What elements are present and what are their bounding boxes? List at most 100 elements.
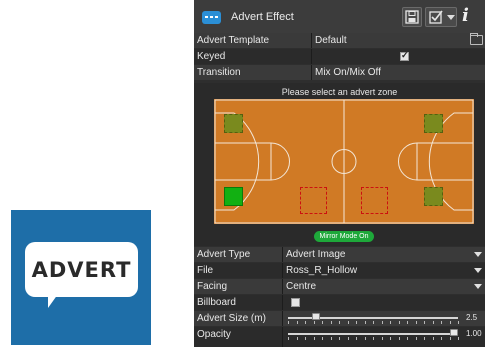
zone-prompt: Please select an advert zone bbox=[281, 87, 398, 97]
slider-tick bbox=[347, 321, 349, 324]
billboard-row: Billboard bbox=[194, 295, 485, 310]
slider-tick bbox=[441, 337, 442, 340]
slider-tick bbox=[415, 337, 417, 340]
advert-template-label: Advert Template bbox=[197, 35, 270, 46]
save-icon bbox=[405, 10, 419, 24]
chevron-down-icon[interactable] bbox=[474, 252, 482, 257]
chevron-down-icon[interactable] bbox=[474, 284, 482, 289]
advert-zone-right-top[interactable] bbox=[424, 114, 443, 133]
advert-size-value: 2.5 bbox=[466, 313, 478, 322]
slider-tick bbox=[432, 337, 434, 340]
advert-zone-right-bottom[interactable] bbox=[424, 187, 443, 206]
info-icon[interactable]: i bbox=[462, 5, 469, 26]
slider-tick bbox=[390, 337, 391, 340]
facing-row: Facing Centre bbox=[194, 279, 485, 294]
advert-zone-selector: Please select an advert zone Mirror Mode… bbox=[194, 83, 485, 246]
slider-tick bbox=[381, 321, 383, 324]
logo-text: ADVERT bbox=[31, 257, 132, 282]
opacity-row: Opacity 1.00 bbox=[194, 327, 485, 347]
advert-template-row: Advert Template Default bbox=[194, 33, 485, 48]
checklist-dropdown-button[interactable] bbox=[425, 7, 457, 27]
keyboard-icon bbox=[202, 11, 221, 24]
billboard-checkbox[interactable] bbox=[291, 298, 300, 307]
slider-tick bbox=[305, 337, 306, 340]
slider-tick bbox=[407, 321, 408, 324]
slider-tick bbox=[330, 337, 332, 340]
advert-type-label: Advert Type bbox=[197, 249, 251, 260]
file-label: File bbox=[197, 265, 214, 276]
slider-tick bbox=[330, 321, 332, 324]
facing-label: Facing bbox=[197, 281, 228, 292]
slider-tick bbox=[322, 337, 323, 340]
transition-value[interactable]: Mix On/Mix Off bbox=[315, 67, 381, 78]
slider-tick bbox=[441, 321, 442, 324]
slider-tick bbox=[347, 337, 349, 340]
slider-ticks bbox=[288, 321, 459, 324]
opacity-slider[interactable] bbox=[288, 333, 458, 335]
slider-tick bbox=[432, 321, 434, 324]
slider-tick bbox=[424, 321, 425, 324]
slider-tick bbox=[339, 337, 340, 340]
advert-size-label: Advert Size (m) bbox=[197, 313, 266, 324]
transition-label: Transition bbox=[197, 67, 241, 78]
slider-tick bbox=[364, 321, 366, 324]
advert-size-row: Advert Size (m) 2.5 bbox=[194, 311, 485, 326]
advert-size-slider-handle[interactable] bbox=[312, 313, 320, 320]
mirror-mode-button[interactable]: Mirror Mode On bbox=[314, 231, 374, 242]
slider-tick bbox=[356, 337, 357, 340]
file-select[interactable]: Ross_R_Hollow bbox=[286, 265, 357, 276]
checkbox-icon bbox=[429, 10, 443, 24]
slider-tick bbox=[415, 321, 417, 324]
slider-tick bbox=[449, 321, 451, 324]
slider-tick bbox=[339, 321, 340, 324]
slider-tick bbox=[458, 337, 459, 340]
advert-zone-center-left[interactable] bbox=[300, 187, 327, 214]
slider-tick bbox=[296, 321, 298, 324]
slider-tick bbox=[288, 321, 289, 324]
transition-row: Transition Mix On/Mix Off bbox=[194, 65, 485, 80]
save-button[interactable] bbox=[402, 7, 422, 27]
slider-tick bbox=[373, 337, 374, 340]
slider-tick bbox=[313, 337, 315, 340]
slider-tick bbox=[364, 337, 366, 340]
slider-tick bbox=[373, 321, 374, 324]
keyed-checkbox[interactable] bbox=[400, 50, 409, 61]
opacity-label: Opacity bbox=[197, 329, 231, 340]
slider-tick bbox=[424, 337, 425, 340]
slider-tick bbox=[381, 337, 383, 340]
slider-tick bbox=[407, 337, 408, 340]
advert-effect-panel: Advert Effect i Advert Template Default … bbox=[194, 0, 485, 347]
chevron-down-icon bbox=[447, 15, 455, 20]
opacity-slider-handle[interactable] bbox=[450, 329, 458, 336]
window-title: Advert Effect bbox=[231, 11, 294, 23]
slider-tick bbox=[390, 321, 391, 324]
logo-bubble-tail bbox=[48, 294, 58, 308]
title-bar: Advert Effect i bbox=[194, 0, 485, 33]
slider-tick bbox=[322, 321, 323, 324]
keyed-label: Keyed bbox=[197, 51, 226, 62]
chevron-down-icon[interactable] bbox=[474, 268, 482, 273]
advert-type-select[interactable]: Advert Image bbox=[286, 249, 345, 260]
advert-zone-left-bottom[interactable] bbox=[224, 187, 243, 206]
advert-zone-center-right[interactable] bbox=[361, 187, 388, 214]
slider-ticks bbox=[288, 337, 459, 340]
billboard-label: Billboard bbox=[197, 297, 236, 308]
slider-tick bbox=[356, 321, 357, 324]
slider-tick bbox=[305, 321, 306, 324]
slider-tick bbox=[288, 337, 289, 340]
folder-icon[interactable] bbox=[470, 33, 483, 45]
keyed-row: Keyed bbox=[194, 49, 485, 64]
slider-tick bbox=[398, 337, 400, 340]
logo-speech-bubble: ADVERT bbox=[25, 242, 138, 297]
advert-template-value[interactable]: Default bbox=[315, 35, 347, 46]
slider-tick bbox=[296, 337, 298, 340]
slider-tick bbox=[458, 321, 459, 324]
advert-zone-left-top[interactable] bbox=[224, 114, 243, 133]
opacity-value: 1.00 bbox=[466, 329, 482, 338]
slider-tick bbox=[398, 321, 400, 324]
slider-tick bbox=[449, 337, 451, 340]
slider-tick bbox=[313, 321, 315, 324]
advert-logo: ADVERT bbox=[11, 210, 151, 345]
facing-select[interactable]: Centre bbox=[286, 281, 316, 292]
file-row: File Ross_R_Hollow bbox=[194, 263, 485, 278]
